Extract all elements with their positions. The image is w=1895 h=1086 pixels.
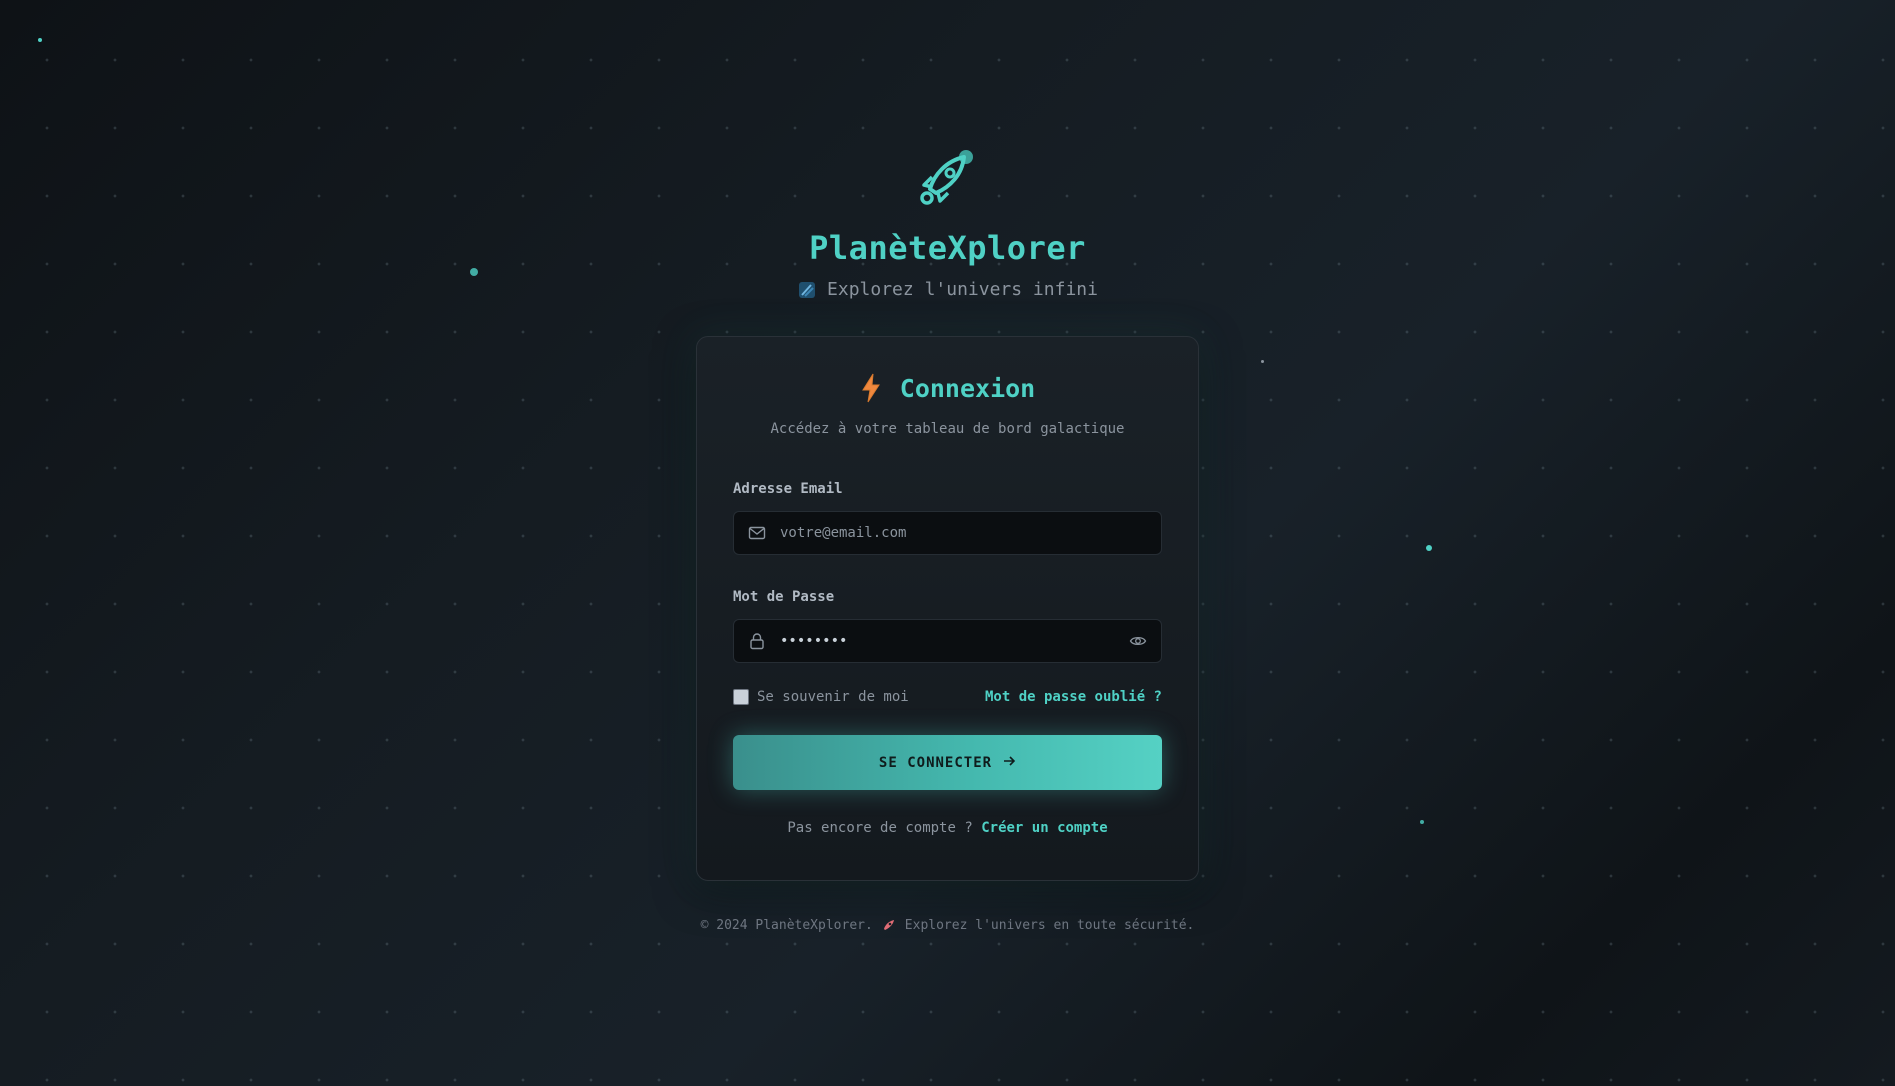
form-options-row: Se souvenir de moi Mot de passe oublié ? <box>733 689 1162 705</box>
password-label: Mot de Passe <box>733 589 835 605</box>
brand-subtitle-text: Explorez l'univers infini <box>827 279 1098 300</box>
rocket-icon <box>881 917 897 933</box>
login-card: Connexion Accédez à votre tableau de bor… <box>696 336 1199 881</box>
remember-me-label: Se souvenir de moi <box>757 689 909 705</box>
login-page: PlanèteXplorer Explorez l'univers infini… <box>0 0 1895 1086</box>
footer: © 2024 PlanèteXplorer. Explorez l'univer… <box>701 917 1195 933</box>
email-input[interactable] <box>780 525 1147 541</box>
remember-me-checkbox[interactable] <box>733 689 749 705</box>
remember-me[interactable]: Se souvenir de moi <box>733 689 909 705</box>
footer-copyright: © 2024 PlanèteXplorer. <box>700 917 873 933</box>
create-account-link[interactable]: Créer un compte <box>981 820 1107 836</box>
footer-tagline: Explorez l'univers en toute sécurité. <box>904 917 1195 933</box>
rocket-icon <box>916 145 980 209</box>
email-label: Adresse Email <box>733 481 843 497</box>
show-password-eye-icon[interactable] <box>1129 632 1147 650</box>
card-title: Connexion <box>899 373 1036 403</box>
signup-row: Pas encore de compte ? Créer un compte <box>733 820 1162 836</box>
email-field-wrapper <box>733 511 1162 555</box>
card-subtitle: Accédez à votre tableau de bord galactiq… <box>770 421 1125 437</box>
lightning-bolt-icon <box>860 373 882 403</box>
login-button-label: SE CONNECTER <box>878 754 993 771</box>
signup-prompt: Pas encore de compte ? <box>787 820 973 836</box>
arrow-right-icon <box>1002 754 1016 772</box>
password-field-wrapper <box>733 619 1162 663</box>
card-header: Connexion <box>733 373 1162 403</box>
lock-icon <box>748 632 766 650</box>
brand-title: PlanèteXplorer <box>809 229 1086 267</box>
planet-icon <box>797 280 817 300</box>
password-input[interactable] <box>780 633 1115 649</box>
brand-subtitle: Explorez l'univers infini <box>797 279 1098 300</box>
mail-icon <box>748 524 766 542</box>
forgot-password-link[interactable]: Mot de passe oublié ? <box>985 689 1162 705</box>
login-button[interactable]: SE CONNECTER <box>733 735 1162 790</box>
